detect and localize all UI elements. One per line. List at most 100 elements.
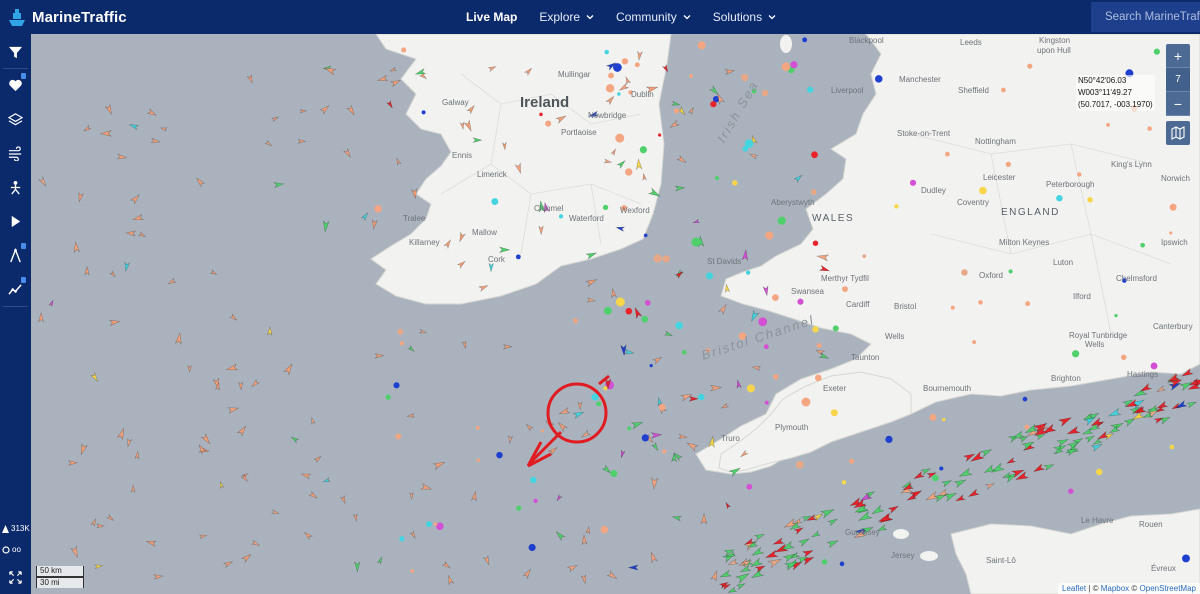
label-manchester: Manchester bbox=[899, 75, 941, 84]
nav-community[interactable]: Community bbox=[616, 10, 691, 24]
map-attribution: Leaflet | © Mapbox © OpenStreetMap bbox=[1058, 583, 1200, 594]
label-bournemouth: Bournemouth bbox=[923, 384, 972, 393]
label-wells: Wells bbox=[885, 332, 905, 341]
coordinate-line: N50°42'06.03 bbox=[1078, 76, 1127, 85]
label-brighton: Brighton bbox=[1051, 374, 1081, 383]
nav-explore[interactable]: Explore bbox=[539, 10, 594, 24]
label-stoke: Stoke-on-Trent bbox=[897, 129, 951, 138]
analytics-button[interactable] bbox=[0, 274, 31, 304]
label-exeter: Exeter bbox=[823, 384, 847, 393]
scale-metric: 50 km bbox=[36, 566, 84, 577]
zoom-in-button[interactable]: + bbox=[1166, 44, 1190, 68]
layers-icon bbox=[8, 112, 23, 125]
label-kingston: Kingston bbox=[1039, 36, 1071, 45]
label-swansea: Swansea bbox=[791, 287, 824, 296]
search-input[interactable]: Search MarineTraffic bbox=[1105, 11, 1200, 23]
label-truro: Truro bbox=[721, 434, 740, 443]
label-bristol: Bristol bbox=[894, 302, 917, 311]
attribution-separator: © bbox=[1129, 584, 1140, 593]
map-scale: 50 km 30 mi bbox=[36, 566, 84, 588]
label-ilford: Ilford bbox=[1073, 292, 1091, 301]
nav-live-map[interactable]: Live Map bbox=[466, 10, 517, 24]
label-killarney: Killarney bbox=[409, 238, 440, 247]
annotation-circle bbox=[546, 382, 608, 444]
label-dublin: Dublin bbox=[631, 90, 654, 99]
label-dudley: Dudley bbox=[921, 186, 946, 195]
label-merthyr: Merthyr Tydfil bbox=[821, 274, 869, 283]
nav-label: Solutions bbox=[712, 10, 763, 24]
lock-icon bbox=[21, 243, 26, 249]
marinetraffic-logo[interactable]: MarineTraffic bbox=[6, 6, 127, 28]
fullscreen-button[interactable] bbox=[0, 562, 31, 592]
openstreetmap-link[interactable]: OpenStreetMap bbox=[1140, 584, 1196, 593]
label-england: ENGLAND bbox=[1001, 207, 1060, 218]
label-leeds: Leeds bbox=[960, 38, 982, 47]
label-taunton: Taunton bbox=[851, 353, 880, 362]
label-liverpool: Liverpool bbox=[831, 86, 864, 95]
speed-indicator[interactable]: oo bbox=[2, 545, 31, 554]
label-milton-keynes: Milton Keynes bbox=[999, 238, 1050, 247]
expand-icon bbox=[9, 570, 22, 584]
search-box[interactable]: Search MarineTraffic bbox=[1091, 2, 1200, 32]
label-canterbury: Canterbury bbox=[1153, 322, 1193, 331]
label-clonmel: Clonmel bbox=[534, 204, 564, 213]
label-nottingham: Nottingham bbox=[975, 137, 1016, 146]
leaflet-link[interactable]: Leaflet bbox=[1062, 584, 1086, 593]
refresh-icon bbox=[2, 545, 10, 554]
label-newbridge: Newbridge bbox=[588, 111, 627, 120]
label-le-havre: Le Havre bbox=[1081, 516, 1114, 525]
label-leicester: Leicester bbox=[983, 173, 1016, 182]
measure-button[interactable] bbox=[0, 240, 31, 270]
label-wexford: Wexford bbox=[620, 206, 650, 215]
coordinate-line: (50.7017, -003.1970) bbox=[1078, 100, 1153, 109]
label-sheffield: Sheffield bbox=[958, 86, 989, 95]
chevron-down-icon bbox=[768, 15, 776, 20]
label-ipswich: Ipswich bbox=[1161, 238, 1188, 247]
divider bbox=[3, 306, 28, 307]
ship-logo-icon bbox=[9, 9, 25, 26]
top-navigation-bar: MarineTraffic Live Map Explore Community… bbox=[0, 0, 1200, 34]
label-galway: Galway bbox=[442, 98, 469, 107]
label-oxford: Oxford bbox=[979, 271, 1004, 280]
routes-button[interactable] bbox=[0, 172, 31, 202]
lock-icon bbox=[21, 277, 26, 283]
mapbox-link[interactable]: Mapbox bbox=[1101, 584, 1129, 593]
live-map[interactable]: Ireland WALES ENGLAND Irish Sea Bristol … bbox=[31, 34, 1200, 594]
label-saint-lo: Saint-Lô bbox=[986, 556, 1016, 565]
chart-icon bbox=[8, 283, 22, 295]
label-coventry: Coventry bbox=[957, 198, 990, 207]
label-tralee: Tralee bbox=[403, 214, 426, 223]
weather-button[interactable] bbox=[0, 138, 31, 168]
vessel-count: 313K bbox=[2, 524, 31, 533]
label-wales: WALES bbox=[812, 213, 855, 224]
label-mallow: Mallow bbox=[472, 228, 497, 237]
favorites-button[interactable] bbox=[0, 70, 31, 100]
wind-icon bbox=[8, 145, 22, 161]
label-plymouth: Plymouth bbox=[775, 423, 809, 432]
nav-label: Community bbox=[616, 10, 677, 24]
map-icon bbox=[1171, 126, 1185, 140]
label-kings-lynn: King's Lynn bbox=[1111, 160, 1152, 169]
route-icon bbox=[10, 180, 21, 194]
label-blackpool: Blackpool bbox=[849, 36, 884, 45]
label-chelmsford: Chelmsford bbox=[1116, 274, 1157, 283]
nav-solutions[interactable]: Solutions bbox=[713, 10, 776, 24]
left-toolbar: 313K oo bbox=[0, 34, 31, 594]
cursor-coordinates: N50°42'06.03 W003°11'49.27 (50.7017, -00… bbox=[1076, 75, 1155, 111]
label-rouen: Rouen bbox=[1139, 520, 1163, 529]
layers-button[interactable] bbox=[0, 104, 31, 134]
zoom-control: + 7 − bbox=[1166, 44, 1190, 116]
filter-button[interactable] bbox=[0, 37, 31, 67]
coordinate-line: W003°11'49.27 bbox=[1078, 88, 1132, 97]
divider bbox=[3, 68, 28, 69]
map-layers-button[interactable] bbox=[1166, 121, 1190, 145]
label-cork: Cork bbox=[488, 255, 505, 264]
label-royal-tunbridge: Royal Tunbridge bbox=[1069, 331, 1128, 340]
zoom-out-button[interactable]: − bbox=[1166, 92, 1190, 116]
label-mullingar: Mullingar bbox=[558, 70, 591, 79]
label-hastings: Hastings bbox=[1127, 370, 1159, 379]
vessel-count-value: 313K bbox=[11, 524, 30, 533]
label-ireland: Ireland bbox=[520, 94, 570, 111]
label-aberystwyth: Aberystwyth bbox=[771, 198, 815, 207]
playback-button[interactable] bbox=[0, 206, 31, 236]
